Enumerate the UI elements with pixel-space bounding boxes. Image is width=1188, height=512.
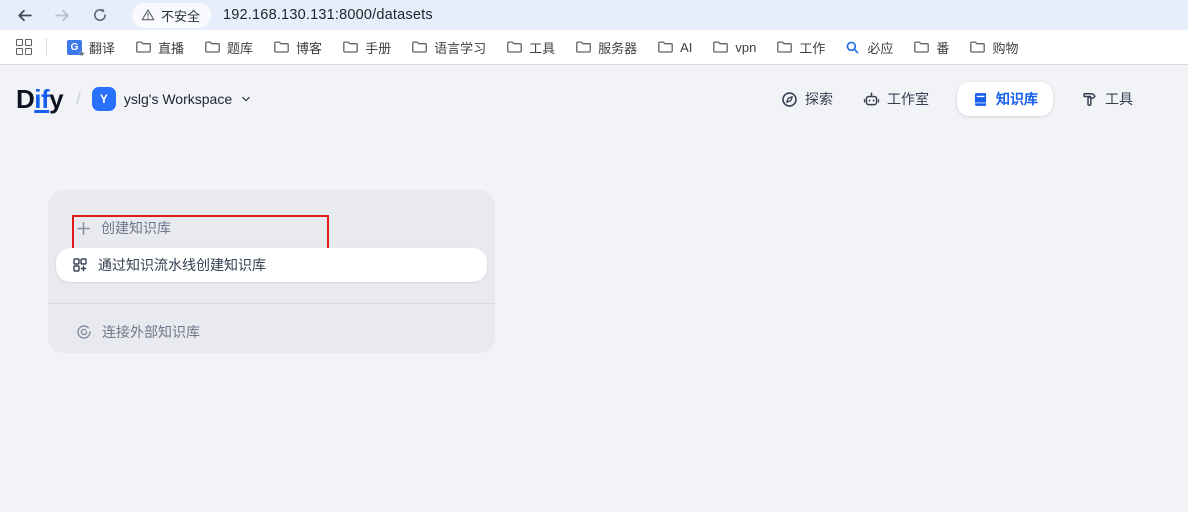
bookmark-label: 直播 [158,38,184,57]
nav-label: 探索 [805,89,833,109]
back-arrow-icon [16,7,33,24]
folder-icon [657,39,673,55]
divider [46,38,47,56]
compass-icon [781,91,798,108]
nav-label: 知识库 [996,89,1038,109]
bookmark-label: 题库 [227,38,253,57]
robot-icon [863,91,880,108]
hammer-icon [1081,91,1098,108]
pipeline-blocks-icon [72,257,88,273]
create-by-pipeline-option[interactable]: 通过知识流水线创建知识库 [56,248,487,282]
folder-icon [506,39,522,55]
bookmark-label: AI [680,40,692,55]
divider [48,303,495,304]
bookmark-item[interactable]: vpn [709,36,759,58]
create-knowledge-label: 创建知识库 [101,218,171,238]
nav-item-knowledge[interactable]: 知识库 [957,82,1053,116]
bookmark-label: 工具 [529,38,555,57]
nav-item-studio[interactable]: 工作室 [861,82,931,116]
folder-icon [575,39,591,55]
bookmark-item[interactable]: 直播 [132,35,187,60]
bookmarks-bar: G★ 翻译 直播 题库 博客 手册 语言学习 工具 服务器 [0,30,1188,65]
knowledge-create-card: 创建知识库 通过知识流水线创建知识库 连接外部知识库 [48,190,495,353]
bookmark-label: 翻译 [89,38,115,57]
forward-button[interactable] [50,3,74,27]
connect-external-label: 连接外部知识库 [102,322,200,342]
site-security-chip[interactable]: 不安全 [132,3,211,28]
bookmark-label: 博客 [296,38,322,57]
bookmark-item[interactable]: 语言学习 [408,35,489,60]
connect-external-option[interactable]: 连接外部知识库 [48,312,495,352]
workspace-name: yslg's Workspace [124,91,232,107]
target-icon [76,324,92,340]
workspace-selector[interactable]: Y yslg's Workspace [92,87,252,111]
bookmark-item[interactable]: 手册 [339,35,394,60]
bookmark-item[interactable]: AI [654,36,695,58]
plus-icon [76,221,91,236]
app-header: Dify / Y yslg's Workspace 探索 [0,65,1188,117]
screen: 不安全 192.168.130.131:8000/datasets G★ 翻译 … [0,0,1188,512]
nav-label: 工具 [1105,89,1133,109]
bookmark-label: 语言学习 [434,38,486,57]
bookmark-label: 必应 [867,38,893,57]
security-label: 不安全 [161,6,200,25]
bookmark-item[interactable]: 工作 [773,35,828,60]
nav-label: 工作室 [887,89,929,109]
address-bar[interactable]: 192.168.130.131:8000/datasets [223,7,433,23]
book-icon [972,91,989,108]
forward-arrow-icon [54,7,71,24]
apps-grid-icon[interactable] [16,39,32,55]
refresh-button[interactable] [88,3,112,27]
bookmark-item[interactable]: 购物 [966,35,1021,60]
folder-icon [135,39,151,55]
bookmark-item[interactable]: 题库 [201,35,256,60]
dify-logo[interactable]: Dify [16,84,63,115]
bookmark-item[interactable]: 服务器 [572,35,640,60]
chevron-down-icon [240,93,252,105]
warning-triangle-icon [141,8,155,22]
translate-icon: G★ [67,40,82,55]
bookmark-item[interactable]: G★ 翻译 [64,35,118,60]
bookmark-item[interactable]: 博客 [270,35,325,60]
bookmark-label: vpn [735,40,756,55]
folder-icon [712,39,728,55]
bookmark-label: 购物 [992,38,1018,57]
folder-icon [204,39,220,55]
avatar: Y [92,87,116,111]
dify-app: Dify / Y yslg's Workspace 探索 [0,65,1188,512]
main-nav: 探索 工作室 知识库 [779,82,1135,116]
bookmark-item[interactable]: 番 [910,35,952,60]
folder-icon [273,39,289,55]
search-icon [845,40,860,55]
bookmark-label: 工作 [799,38,825,57]
folder-icon [411,39,427,55]
breadcrumb-separator: / [76,89,81,109]
bookmark-label: 番 [936,38,949,57]
bookmark-label: 手册 [365,38,391,57]
bookmark-item[interactable]: 工具 [503,35,558,60]
folder-icon [776,39,792,55]
folder-icon [913,39,929,55]
folder-icon [342,39,358,55]
browser-toolbar: 不安全 192.168.130.131:8000/datasets [0,0,1188,30]
folder-icon [969,39,985,55]
refresh-icon [92,7,108,23]
back-button[interactable] [12,3,36,27]
nav-item-tools[interactable]: 工具 [1079,82,1135,116]
bookmark-label: 服务器 [598,38,637,57]
create-knowledge-option[interactable]: 创建知识库 [48,208,495,248]
create-by-pipeline-label: 通过知识流水线创建知识库 [98,255,266,275]
bookmark-item[interactable]: 必应 [842,35,896,60]
nav-item-explore[interactable]: 探索 [779,82,835,116]
